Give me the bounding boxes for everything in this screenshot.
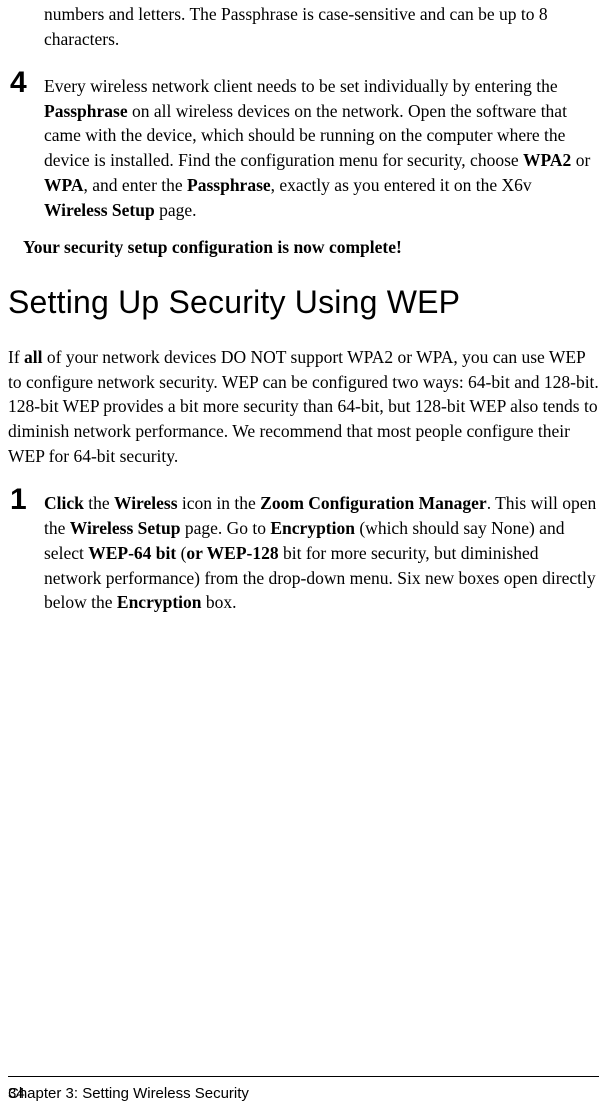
footer-chapter-text: Chapter 3: Setting Wireless Security	[8, 1085, 249, 1102]
bold-wpa2: WPA2	[523, 150, 571, 170]
bold-wpa: WPA	[44, 175, 84, 195]
text-run: Every wireless network client needs to b…	[44, 76, 558, 96]
text-run: , and enter the	[84, 175, 188, 195]
step-4-block: 4 Every wireless network client needs to…	[8, 74, 599, 223]
step-1-text: Click the Wireless icon in the Zoom Conf…	[44, 491, 599, 615]
continuation-paragraph: numbers and letters. The Passphrase is c…	[44, 2, 599, 52]
text-run: (	[176, 543, 186, 563]
step-4-text: Every wireless network client needs to b…	[44, 74, 599, 223]
step-1-number: 1	[10, 483, 27, 517]
page-footer: 34Chapter 3: Setting Wireless Security	[8, 1076, 599, 1102]
bold-wep64: WEP-64 bit	[88, 543, 176, 563]
text-run: of your network devices DO NOT support W…	[8, 347, 599, 466]
completion-message: Your security setup configuration is now…	[23, 237, 599, 258]
bold-encryption-2: Encryption	[117, 592, 202, 612]
bold-zoom-config: Zoom Configuration Manager	[260, 493, 487, 513]
text-run: or	[571, 150, 590, 170]
text-run: page. Go to	[180, 518, 270, 538]
page-content: numbers and letters. The Passphrase is c…	[8, 0, 599, 615]
step-1-block: 1 Click the Wireless icon in the Zoom Co…	[8, 491, 599, 615]
intro-paragraph: If all of your network devices DO NOT su…	[8, 345, 599, 469]
bold-encryption: Encryption	[270, 518, 355, 538]
text-run: box.	[202, 592, 237, 612]
text-run: If	[8, 347, 24, 367]
text-run: , exactly as you entered it on the X6v	[271, 175, 532, 195]
bold-click: Click	[44, 493, 84, 513]
text-run: icon in the	[178, 493, 261, 513]
text-run: the	[84, 493, 114, 513]
step-4-number: 4	[10, 66, 27, 100]
bold-all: all	[24, 347, 42, 367]
page-number: 34	[8, 1085, 25, 1102]
bold-wep128: or WEP-128	[186, 543, 278, 563]
text-run: page.	[155, 200, 197, 220]
bold-passphrase-2: Passphrase	[187, 175, 271, 195]
section-heading-wep: Setting Up Security Using WEP	[8, 284, 599, 321]
bold-passphrase: Passphrase	[44, 101, 128, 121]
bold-wireless-setup: Wireless Setup	[44, 200, 155, 220]
bold-wireless-setup-2: Wireless Setup	[70, 518, 181, 538]
bold-wireless: Wireless	[114, 493, 178, 513]
